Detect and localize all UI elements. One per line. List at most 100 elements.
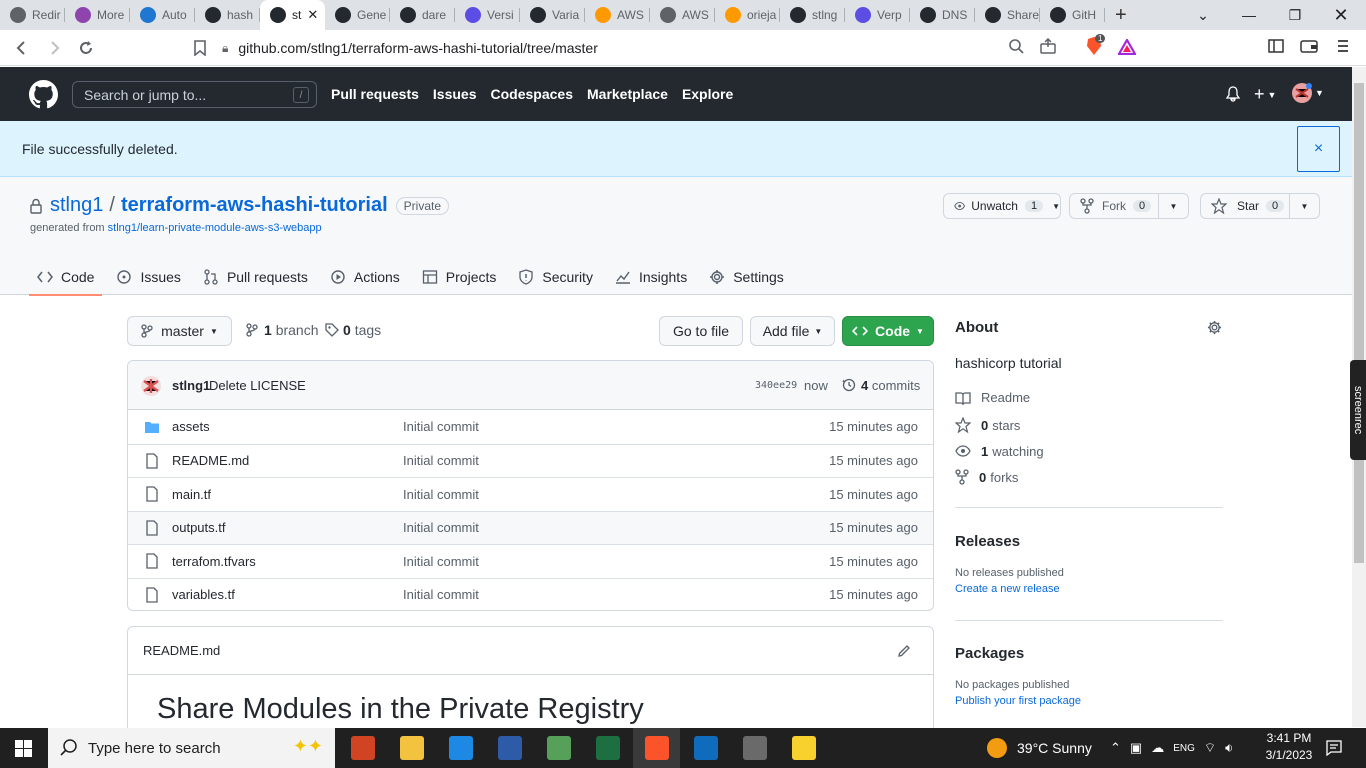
file-row[interactable]: main.tf Initial commit 15 minutes ago [128,477,933,511]
brave-icon[interactable] [645,736,669,760]
notifications-icon[interactable] [1326,740,1342,756]
browser-tab[interactable]: Versi [455,0,520,30]
browser-tab[interactable]: dare [390,0,455,30]
app-icon[interactable] [547,736,571,760]
search-input[interactable]: Search or jump to... / [72,81,317,108]
gear-icon[interactable] [1207,320,1222,335]
browser-tab[interactable]: AWS [650,0,715,30]
tab-settings[interactable]: Settings [701,259,792,295]
back-icon[interactable] [6,32,38,64]
go-to-file-button[interactable]: Go to file [659,316,743,346]
tab-close-icon[interactable]: ✕ [307,7,318,23]
user-avatar[interactable]: ▼ [1292,83,1324,103]
new-tab-button[interactable]: + [1115,4,1127,27]
meet-now-icon[interactable]: ▣ [1130,740,1142,756]
browser-tab[interactable]: GitH [1040,0,1105,30]
tab-insights[interactable]: Insights [607,259,695,295]
branches-link[interactable]: 1 branch [246,322,319,338]
language-indicator[interactable]: ENG [1173,743,1195,754]
file-name[interactable]: README.md [172,453,249,468]
file-name[interactable]: main.tf [172,487,211,502]
stars-link[interactable]: 0 stars [955,417,1020,433]
bookmark-icon[interactable] [184,32,216,64]
windows-start-icon[interactable] [15,740,32,757]
star-dropdown-caret[interactable]: ▼ [1289,194,1319,218]
commits-link[interactable]: 4 commits [842,378,920,393]
watching-link[interactable]: 1 watching [955,443,1044,459]
browser-tab[interactable]: More [65,0,130,30]
file-row[interactable]: assets Initial commit 15 minutes ago [128,410,933,444]
brave-rewards-icon[interactable] [1118,39,1136,55]
file-commit-message[interactable]: Initial commit [403,520,479,535]
create-new-plus-icon[interactable]: + ▼ [1254,84,1276,105]
fork-dropdown-caret[interactable]: ▼ [1158,194,1188,218]
clock[interactable]: 3:41 PM 3/1/2023 [1258,731,1320,762]
browser-tab[interactable]: Redir [0,0,65,30]
nav-codespaces[interactable]: Codespaces [491,86,573,102]
taskbar-search-input[interactable]: Type here to search ✦✦ [48,728,335,768]
nav-marketplace[interactable]: Marketplace [587,86,668,102]
file-name[interactable]: variables.tf [172,587,235,602]
volume-icon[interactable]: 🔉︎ [1225,740,1233,756]
onedrive-icon[interactable]: ☁ [1151,740,1164,756]
create-release-link[interactable]: Create a new release [955,583,1060,595]
tab-code[interactable]: Code [29,259,103,296]
file-commit-message[interactable]: Initial commit [403,587,479,602]
browser-tab[interactable]: Gene [325,0,390,30]
commit-message[interactable]: Delete LICENSE [209,378,306,393]
star-button[interactable]: Star 0 ▼ [1200,193,1320,219]
share-icon[interactable] [1040,38,1056,54]
packages-title[interactable]: Packages [955,645,1024,662]
tab-issues[interactable]: Issues [108,259,188,295]
file-name[interactable]: outputs.tf [172,520,225,535]
outlook-classic-icon[interactable] [351,736,375,760]
browser-tab[interactable]: AWS [585,0,650,30]
tab-security[interactable]: Security [510,259,601,295]
tab-projects[interactable]: Projects [414,259,505,295]
publish-package-link[interactable]: Publish your first package [955,695,1081,707]
brave-shield-icon[interactable]: 1 [1084,34,1106,56]
github-logo-icon[interactable] [29,80,58,109]
edit-pencil-icon[interactable] [897,644,911,658]
scrollbar-thumb[interactable] [1354,83,1364,563]
flash-close-button[interactable]: × [1297,126,1340,172]
maximize-button[interactable]: ❐ [1272,0,1318,30]
forward-icon[interactable] [38,32,70,64]
browser-tab[interactable]: hash [195,0,260,30]
weather-widget[interactable]: 39°C Sunny [987,728,1092,768]
fork-button[interactable]: Fork 0 ▼ [1069,193,1189,219]
tags-link[interactable]: 0 tags [325,322,381,338]
commit-author[interactable]: stlng1 [172,378,210,393]
file-name[interactable]: terrafom.tfvars [172,554,256,569]
zoom-icon[interactable] [1008,38,1024,54]
branch-select-button[interactable]: master ▼ [127,316,232,346]
sticky-notes-icon[interactable] [792,736,816,760]
vscode-icon[interactable] [449,736,473,760]
excel-icon[interactable] [596,736,620,760]
repo-owner-link[interactable]: stlng1 [50,194,103,217]
file-commit-message[interactable]: Initial commit [403,554,479,569]
tab-search-icon[interactable]: ⌄ [1180,0,1226,30]
template-repo-link[interactable]: stlng1/learn-private-module-aws-s3-webap… [108,222,322,234]
browser-tab[interactable]: Verp [845,0,910,30]
file-row[interactable]: terrafom.tfvars Initial commit 15 minutes … [128,544,933,578]
browser-tab[interactable]: DNS [910,0,975,30]
readme-link[interactable]: Readme [955,390,1030,405]
wifi-icon[interactable]: ⌔ [1204,740,1216,756]
author-avatar[interactable] [141,376,161,396]
chevron-up-icon[interactable]: ⌃ [1110,740,1121,756]
browser-tab[interactable]: Varia [520,0,585,30]
powershell-icon[interactable] [498,736,522,760]
file-row[interactable]: README.md Initial commit 15 minutes ago [128,443,933,478]
releases-title[interactable]: Releases [955,533,1020,550]
tab-pull-requests[interactable]: Pull requests [195,259,316,295]
browser-tab[interactable]: orieja [715,0,780,30]
minimize-button[interactable]: — [1226,0,1272,30]
file-explorer-icon[interactable] [400,736,424,760]
reload-icon[interactable] [70,32,102,64]
outlook-icon[interactable] [694,736,718,760]
repo-name-link[interactable]: terraform-aws-hashi-tutorial [121,194,388,217]
tab-actions[interactable]: Actions [322,259,408,295]
browser-tab[interactable]: Auto [130,0,195,30]
browser-tab[interactable]: stlng [780,0,845,30]
